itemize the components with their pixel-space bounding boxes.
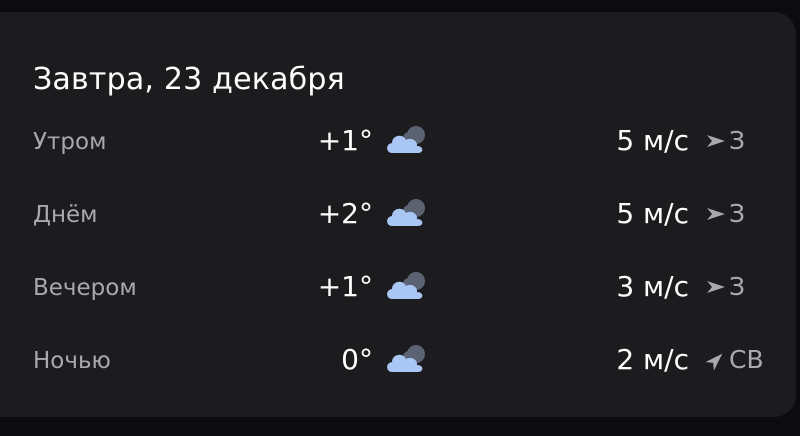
cloud-icon xyxy=(387,345,425,372)
period-label: Вечером xyxy=(33,275,137,301)
wind-speed: 3 м/с xyxy=(616,270,689,303)
forecast-title: Завтра, 23 декабря xyxy=(33,62,345,97)
forecast-row-day: Днём +2° 5 м/с З xyxy=(0,194,796,234)
forecast-row-night: Ночью 0° 2 м/с СВ xyxy=(0,340,796,380)
cloud-icon xyxy=(387,272,425,299)
period-label: Ночью xyxy=(33,348,111,374)
forecast-row-evening: Вечером +1° 3 м/с З xyxy=(0,267,796,307)
period-label: Днём xyxy=(33,202,98,228)
wind-direction-arrow-icon xyxy=(707,208,725,220)
next-card-edge xyxy=(0,428,800,436)
temperature-value: +1° xyxy=(317,270,373,303)
wind-direction: З xyxy=(729,199,746,228)
wind-speed: 2 м/с xyxy=(616,343,689,376)
wind-direction-arrow-icon xyxy=(707,135,725,147)
forecast-row-morning: Утром +1° 5 м/с З xyxy=(0,121,796,161)
wind-direction-arrow-icon xyxy=(705,353,723,371)
wind-direction: СВ xyxy=(729,345,764,374)
forecast-card: Завтра, 23 декабря Утром +1° 5 м/с З Днё… xyxy=(0,12,796,417)
wind-direction-arrow-icon xyxy=(707,281,725,293)
temperature-value: +2° xyxy=(317,197,373,230)
wind-speed: 5 м/с xyxy=(616,124,689,157)
wind-speed: 5 м/с xyxy=(616,197,689,230)
wind-direction: З xyxy=(729,272,746,301)
wind-direction: З xyxy=(729,126,746,155)
temperature-value: +1° xyxy=(317,124,373,157)
temperature-value: 0° xyxy=(341,343,373,376)
cloud-icon xyxy=(387,199,425,226)
period-label: Утром xyxy=(33,129,107,155)
cloud-icon xyxy=(387,126,425,153)
